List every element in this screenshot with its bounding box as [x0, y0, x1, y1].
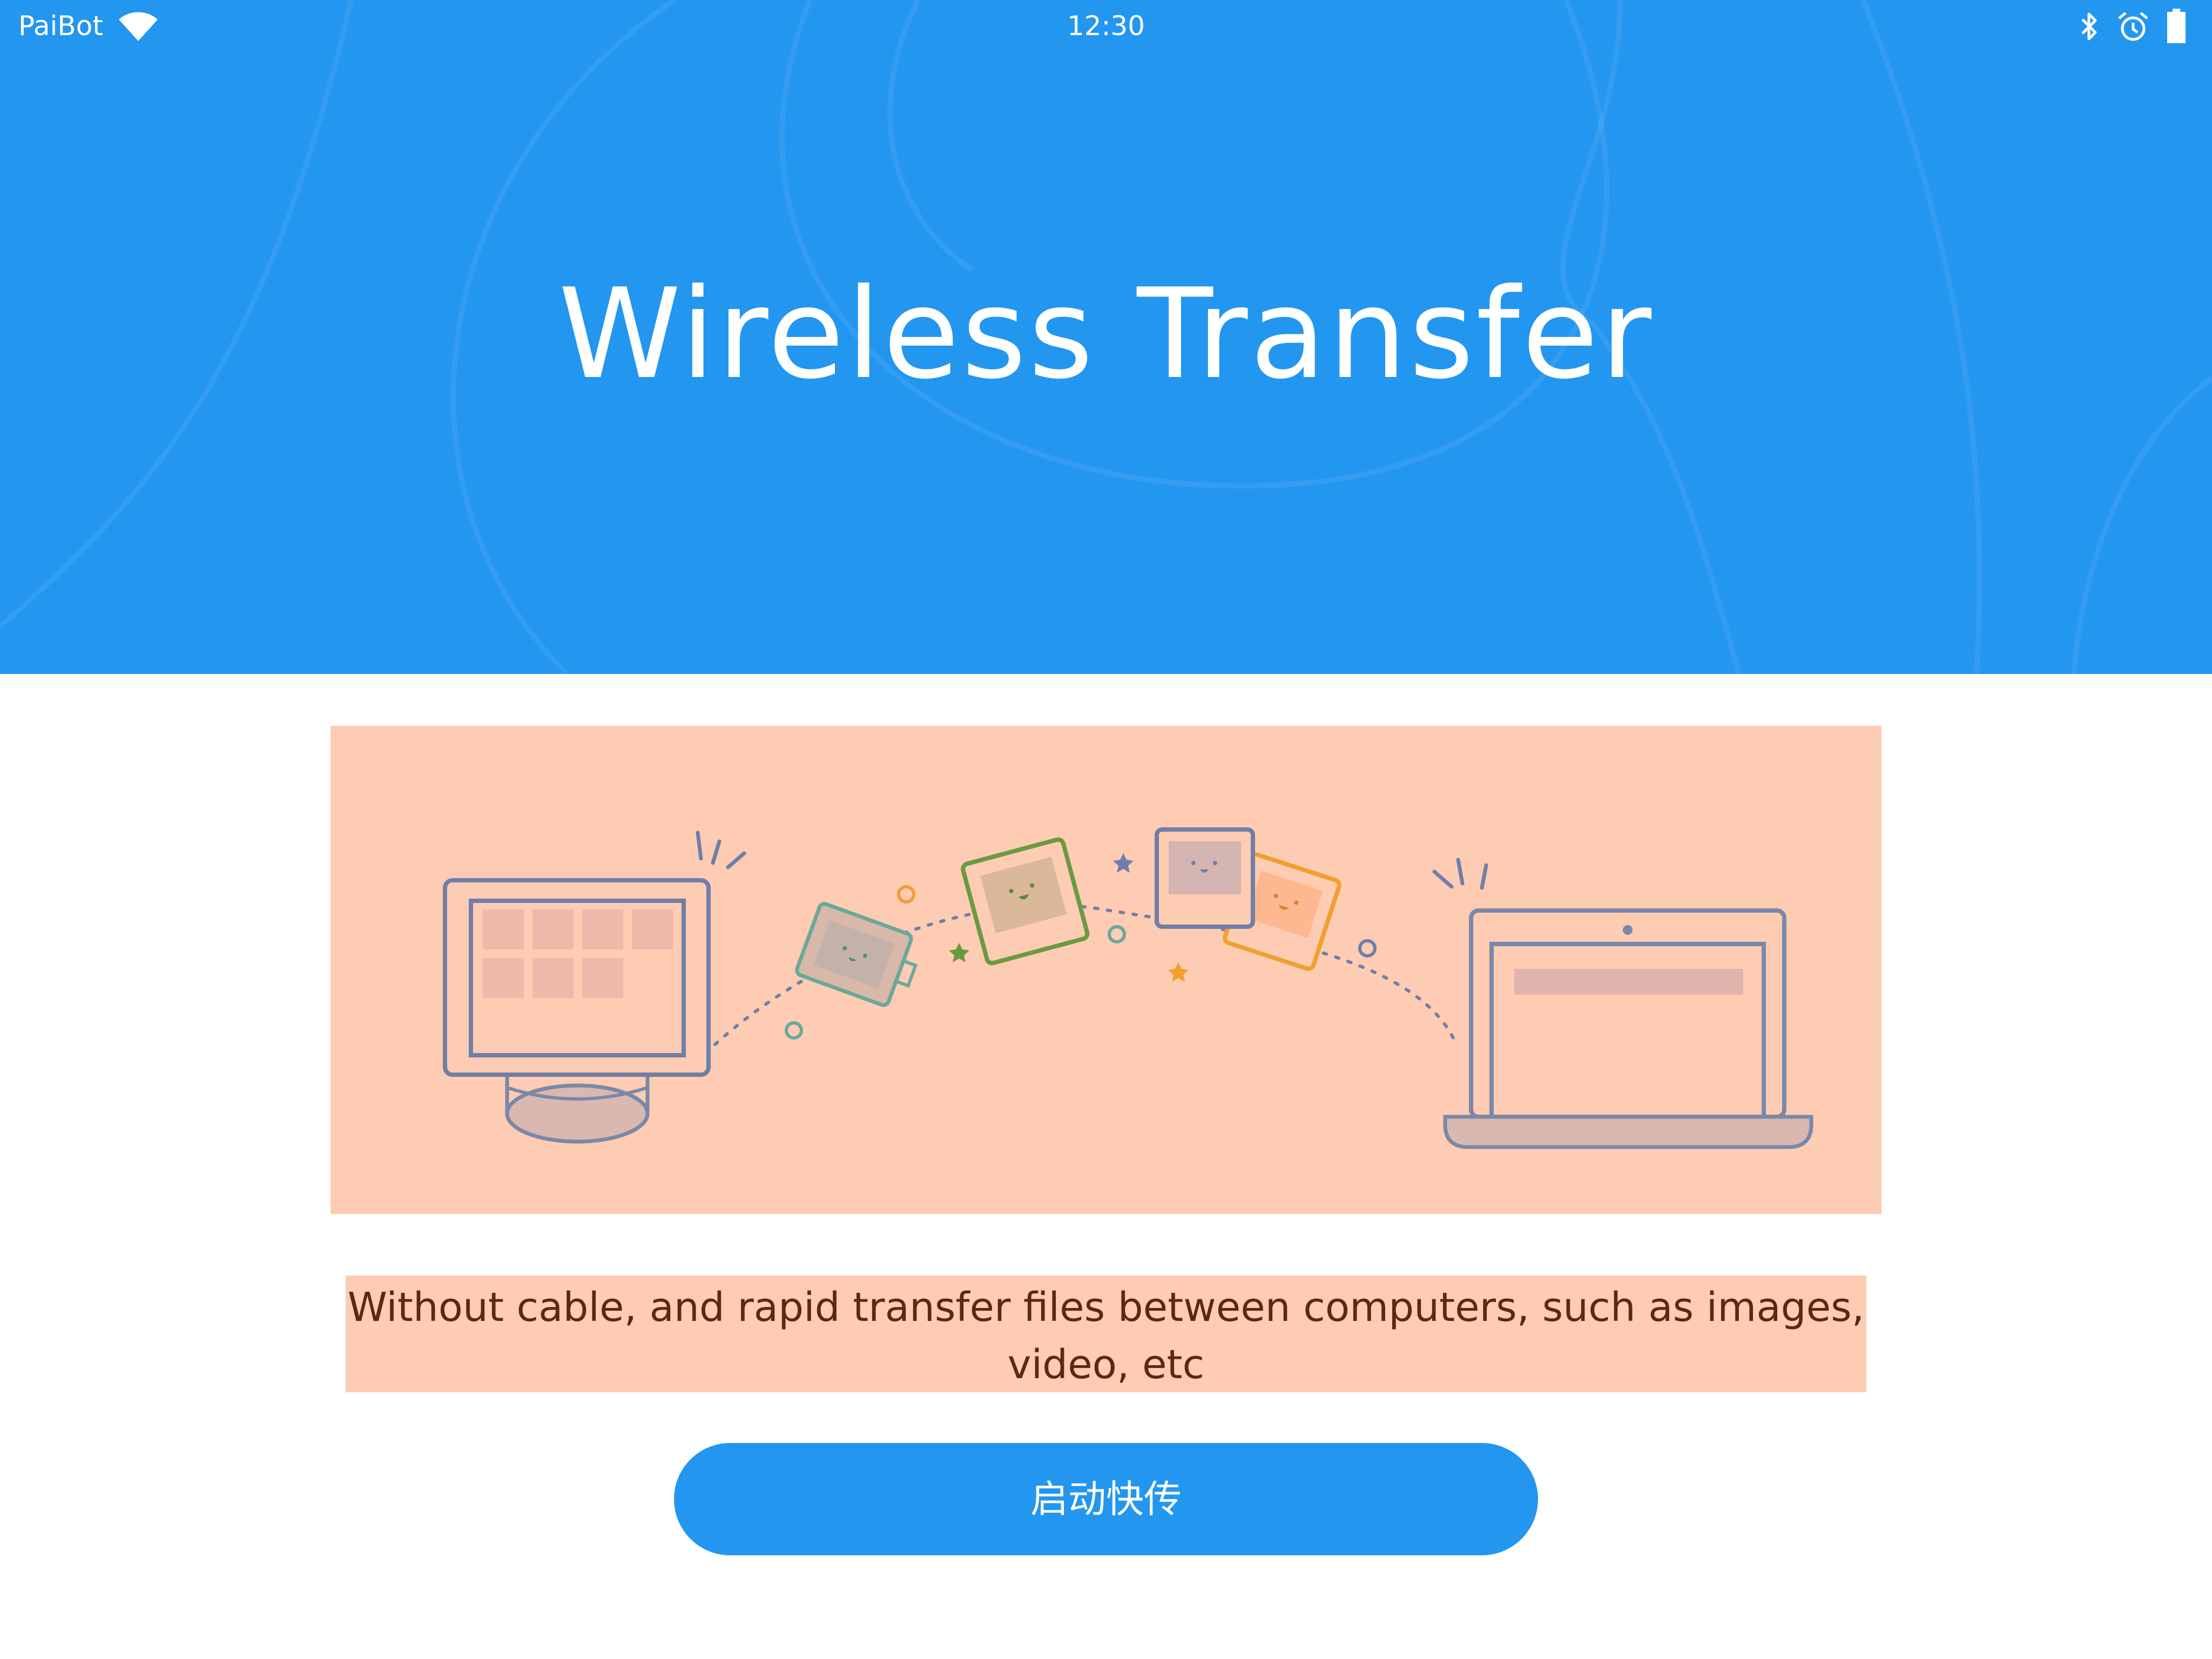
desktop-computer-icon [443, 831, 746, 1144]
laptop-icon [1432, 858, 1813, 1149]
page-title: Wireless Transfer [558, 262, 1654, 407]
photo-card-icon [795, 902, 918, 1007]
photo-card-icon [1155, 827, 1255, 929]
wireless-transfer-screen: PaiBot 12:30 Wireless Transfer Without c… [0, 0, 2212, 1659]
carrier-name: PaiBot [18, 10, 103, 42]
start-transfer-button[interactable]: 启动快传 [674, 1443, 1538, 1555]
battery-icon [2167, 9, 2186, 43]
status-bar: PaiBot 12:30 [0, 0, 2212, 52]
photo-card-icon [961, 837, 1090, 966]
header-banner: PaiBot 12:30 Wireless Transfer [0, 0, 2212, 674]
bluetooth-icon [2081, 12, 2097, 41]
alarm-icon [2118, 12, 2148, 41]
transfer-illustration [331, 726, 1881, 1214]
description-text: Without cable, and rapid transfer files … [346, 1276, 1866, 1392]
wifi-icon [119, 12, 158, 41]
status-clock: 12:30 [1067, 10, 1145, 42]
